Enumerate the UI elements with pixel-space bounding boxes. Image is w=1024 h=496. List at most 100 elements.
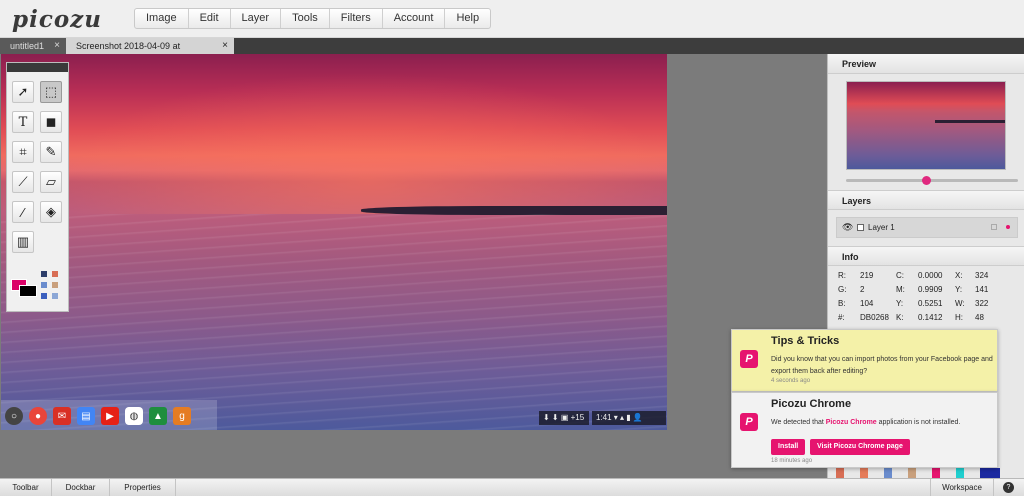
tab-untitled1[interactable]: untitled1 × (0, 38, 66, 54)
toolbox-titlebar[interactable] (7, 63, 68, 72)
layer-name: Layer 1 (868, 223, 895, 232)
palette-swatch[interactable] (52, 271, 58, 277)
pencil-tool-icon[interactable]: ⁄ (12, 201, 34, 223)
info-value: 0.1412 (918, 313, 943, 322)
password-icon: ◍ (125, 407, 143, 425)
chrome-icon: ● (29, 407, 47, 425)
menu-filters[interactable]: Filters (330, 9, 383, 28)
palette-strip-swatch[interactable] (836, 468, 844, 478)
lock-icon[interactable] (991, 224, 997, 230)
notification-time: 18 minutes ago (771, 458, 813, 464)
eye-icon[interactable]: 👁 (842, 218, 853, 237)
notification-time: 4 seconds ago (771, 378, 811, 384)
image-taskbar: ○ ● ✉ ▤ ▶ ◍ ▲ g (1, 400, 217, 430)
palette-swatch[interactable] (41, 271, 47, 277)
pointer-tool-icon[interactable]: ➚ (12, 81, 34, 103)
menu-help[interactable]: Help (445, 9, 490, 28)
properties-toggle[interactable]: Properties (110, 479, 176, 496)
menu-tools[interactable]: Tools (281, 9, 330, 28)
info-key: G: (838, 285, 847, 294)
water-ripples (1, 214, 667, 430)
palette-strip-swatch[interactable] (884, 468, 892, 478)
menu-image[interactable]: Image (135, 9, 189, 28)
picozu-icon: P (740, 413, 758, 431)
info-value: 141 (975, 285, 989, 294)
install-button[interactable]: Install (771, 439, 806, 455)
info-header[interactable]: Info (828, 246, 1024, 266)
launcher-icon: ○ (5, 407, 23, 425)
preview-thumbnail (846, 81, 1006, 170)
close-icon[interactable]: × (54, 38, 60, 54)
info-key: W: (955, 299, 965, 308)
chrome-notification[interactable]: P Picozu Chrome We detected that Picozu … (731, 392, 998, 468)
brush-tool-icon[interactable]: ✎ (40, 141, 62, 163)
app-header: picozu Image Edit Layer Tools Filters Ac… (0, 0, 1024, 38)
app-g-icon: g (173, 407, 191, 425)
preview-zoom-slider[interactable] (846, 179, 1018, 182)
notification-text: Did you know that you can import photos … (771, 356, 993, 375)
info-value: 104 (860, 299, 874, 308)
layer-status-dot[interactable] (1006, 225, 1010, 229)
notification-text: We detected that Picozu Chrome applicati… (771, 417, 996, 429)
dockbar-toggle[interactable]: Dockbar (52, 479, 110, 496)
document-tabbar: untitled1 × Screenshot 2018-04-09 at 01.… (0, 38, 1024, 67)
shape-tool-icon[interactable]: ◼ (40, 111, 62, 133)
palette-strip-swatch[interactable] (932, 468, 940, 478)
toolbar-toggle[interactable]: Toolbar (0, 479, 52, 496)
layers-header[interactable]: Layers (828, 190, 1024, 210)
canvas-area[interactable]: ○ ● ✉ ▤ ▶ ◍ ▲ g ⬇ ⬇ ▣ +15 1:41 ▾ ▴ ▮ 👤 (0, 54, 826, 478)
palette-strip-swatch[interactable] (908, 468, 916, 478)
menu-edit[interactable]: Edit (189, 9, 231, 28)
palette-strip-swatch[interactable] (860, 468, 868, 478)
palette-swatch[interactable] (41, 293, 47, 299)
notification-title: Tips & Tricks (771, 335, 840, 347)
palette-swatch[interactable] (41, 282, 47, 288)
menu-account[interactable]: Account (383, 9, 446, 28)
palette-swatch[interactable] (52, 293, 58, 299)
info-key: C: (896, 271, 904, 280)
gmail-icon: ✉ (53, 407, 71, 425)
menu-layer[interactable]: Layer (231, 9, 282, 28)
info-row: #: DB0268 K: 0.1412 H: 48 (838, 311, 1018, 325)
info-table: R: 219 C: 0.0000 X: 324 G: 2 M: 0.9909 Y… (838, 269, 1018, 325)
palette-strip-swatch[interactable] (980, 468, 1000, 478)
close-icon[interactable]: × (222, 38, 228, 54)
background-color-swatch[interactable] (19, 285, 37, 297)
document-image[interactable]: ○ ● ✉ ▤ ▶ ◍ ▲ g ⬇ ⬇ ▣ +15 1:41 ▾ ▴ ▮ 👤 (1, 54, 667, 430)
trash-tool-icon[interactable]: ▥ (12, 231, 34, 253)
preview-island (935, 120, 1005, 123)
crop-tool-icon[interactable]: ⌗ (12, 141, 34, 163)
eraser-tool-icon[interactable]: ▱ (40, 171, 62, 193)
eyedropper-tool-icon[interactable]: ⟋ (12, 171, 34, 193)
info-row: R: 219 C: 0.0000 X: 324 (838, 269, 1018, 283)
tab-screenshot[interactable]: Screenshot 2018-04-09 at 01.41.03.png × (66, 38, 234, 67)
info-value: 219 (860, 271, 874, 280)
bucket-tool-icon[interactable]: ◈ (40, 201, 62, 223)
info-row: G: 2 M: 0.9909 Y: 141 (838, 283, 1018, 297)
info-value: 322 (975, 299, 989, 308)
workspace-button[interactable]: Workspace (930, 479, 994, 496)
info-row: B: 104 Y: 0.5251 W: 322 (838, 297, 1018, 311)
info-value: 0.9909 (918, 285, 943, 294)
info-value: 48 (975, 313, 984, 322)
app-logo[interactable]: picozu (12, 6, 102, 33)
youtube-icon: ▶ (101, 407, 119, 425)
picozu-icon: P (740, 350, 758, 368)
palette-strip-swatch[interactable] (956, 468, 964, 478)
info-key: K: (896, 313, 904, 322)
layer-row[interactable]: 👁 Layer 1 (836, 217, 1018, 238)
info-key: H: (955, 313, 963, 322)
help-icon[interactable]: ? (1003, 482, 1014, 493)
visit-chrome-page-button[interactable]: Visit Picozu Chrome page (810, 439, 910, 455)
tips-notification[interactable]: P Tips & Tricks Did you know that you ca… (731, 329, 998, 392)
preview-header[interactable]: Preview (828, 54, 1024, 74)
text-tool-icon[interactable]: T (12, 111, 34, 133)
marquee-tool-icon[interactable]: ⬚ (40, 81, 62, 103)
palette-swatch[interactable] (52, 282, 58, 288)
info-key: Y: (896, 299, 904, 308)
toolbox-panel: ➚ ⬚ T ◼ ⌗ ✎ ⟋ ▱ ⁄ ◈ ▥ (6, 62, 69, 312)
preview-zoom-knob[interactable] (922, 176, 931, 185)
info-value: 2 (860, 285, 865, 294)
picozu-chrome-link[interactable]: Picozu Chrome (826, 419, 877, 426)
info-key: #: (838, 313, 845, 322)
